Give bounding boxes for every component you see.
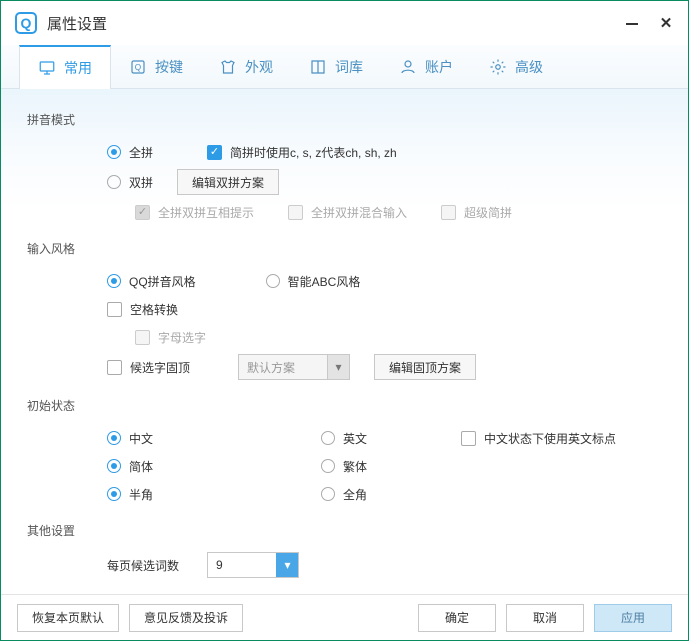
- shirt-icon: [219, 58, 237, 76]
- radio-simplified[interactable]: 简体: [107, 458, 267, 475]
- checkbox-english-punct[interactable]: 中文状态下使用英文标点: [461, 430, 616, 447]
- edit-stick-scheme-button[interactable]: 编辑固顶方案: [374, 354, 476, 380]
- cand-per-page-label: 每页候选词数: [107, 557, 207, 574]
- tab-dict[interactable]: 词库: [291, 45, 381, 88]
- content-area: 拼音模式 全拼 简拼时使用c, s, z代表ch, sh, zh 双拼 编辑双拼…: [1, 89, 688, 594]
- svg-text:Q: Q: [135, 63, 142, 72]
- gear-icon: [489, 58, 507, 76]
- cancel-button[interactable]: 取消: [506, 604, 584, 632]
- titlebar: Q 属性设置 ✕: [1, 1, 688, 45]
- checkbox-letter-select: 字母选字: [135, 329, 206, 346]
- tab-common[interactable]: 常用: [19, 45, 111, 89]
- tab-advanced[interactable]: 高级: [471, 45, 561, 88]
- checkbox-super-jianpin: 超级简拼: [441, 204, 512, 221]
- radio-halfwidth[interactable]: 半角: [107, 486, 267, 503]
- radio-chinese[interactable]: 中文: [107, 430, 267, 447]
- section-input-style: 输入风格: [27, 240, 662, 257]
- ok-button[interactable]: 确定: [418, 604, 496, 632]
- checkbox-space-convert[interactable]: 空格转换: [107, 301, 178, 318]
- tab-keys[interactable]: Q 按键: [111, 45, 201, 88]
- edit-shuangpin-button[interactable]: 编辑双拼方案: [177, 169, 279, 195]
- checkbox-mix-hint: 全拼双拼互相提示: [135, 204, 254, 221]
- checkbox-mix-input: 全拼双拼混合输入: [288, 204, 407, 221]
- close-button[interactable]: ✕: [658, 15, 674, 31]
- radio-qq-style[interactable]: QQ拼音风格: [107, 273, 196, 290]
- restore-defaults-button[interactable]: 恢复本页默认: [17, 604, 119, 632]
- radio-shuangpin[interactable]: 双拼: [107, 174, 153, 191]
- monitor-icon: [38, 59, 56, 77]
- select-cand-per-page[interactable]: 9 ▾: [207, 552, 299, 578]
- tab-bar: 常用 Q 按键 外观 词库 账户 高级: [1, 45, 688, 89]
- chevron-down-icon: ▾: [276, 553, 298, 577]
- radio-fullwidth[interactable]: 全角: [321, 486, 367, 503]
- section-other: 其他设置: [27, 522, 662, 539]
- feedback-button[interactable]: 意见反馈及投诉: [129, 604, 243, 632]
- radio-english[interactable]: 英文: [321, 430, 441, 447]
- footer-bar: 恢复本页默认 意见反馈及投诉 确定 取消 应用: [1, 594, 688, 640]
- select-stick-scheme[interactable]: 默认方案 ▾: [238, 354, 350, 380]
- section-pinyin-mode: 拼音模式: [27, 111, 662, 128]
- radio-abc-style[interactable]: 智能ABC风格: [266, 273, 361, 290]
- user-icon: [399, 58, 417, 76]
- minimize-button[interactable]: [624, 15, 640, 31]
- app-logo-icon: Q: [15, 12, 37, 34]
- radio-traditional[interactable]: 繁体: [321, 458, 367, 475]
- tab-skin[interactable]: 外观: [201, 45, 291, 88]
- tab-account[interactable]: 账户: [381, 45, 471, 88]
- section-initial-state: 初始状态: [27, 397, 662, 414]
- apply-button[interactable]: 应用: [594, 604, 672, 632]
- chevron-down-icon: ▾: [327, 355, 349, 379]
- key-icon: Q: [129, 58, 147, 76]
- radio-quanpin[interactable]: 全拼: [107, 144, 153, 161]
- book-icon: [309, 58, 327, 76]
- checkbox-stick-candidate[interactable]: 候选字固顶: [107, 359, 190, 376]
- window-title: 属性设置: [47, 13, 107, 34]
- checkbox-use-csz[interactable]: 简拼时使用c, s, z代表ch, sh, zh: [207, 144, 397, 161]
